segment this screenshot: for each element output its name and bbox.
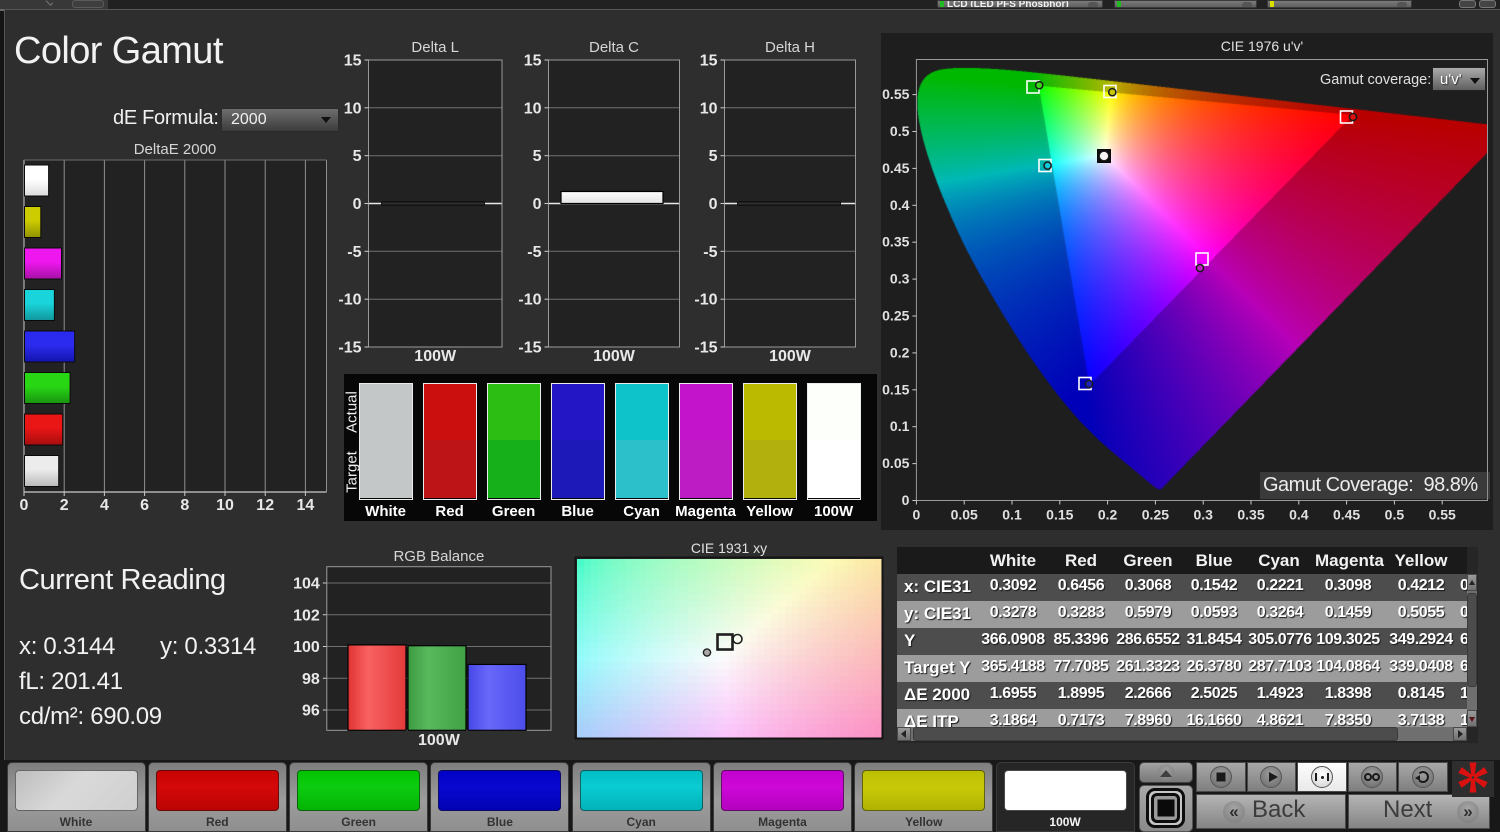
svg-text:-10: -10: [518, 292, 541, 309]
svg-text:Delta L: Delta L: [411, 39, 459, 56]
svg-text:0.2: 0.2: [890, 344, 910, 360]
svg-text:0.3: 0.3: [890, 271, 910, 287]
svg-text:15: 15: [524, 53, 542, 70]
svg-text:Delta H: Delta H: [765, 39, 815, 56]
svg-text:100W: 100W: [414, 348, 457, 365]
svg-text:0.2: 0.2: [1098, 507, 1118, 523]
svg-text:15: 15: [700, 53, 718, 70]
svg-text:0: 0: [533, 196, 542, 213]
svg-text:8: 8: [180, 497, 189, 514]
svg-text:2: 2: [60, 497, 69, 514]
svg-text:5: 5: [353, 148, 362, 165]
svg-text:5: 5: [709, 148, 718, 165]
svg-text:0.5: 0.5: [1385, 507, 1405, 523]
svg-text:100W: 100W: [769, 348, 812, 365]
svg-text:0.1: 0.1: [1002, 507, 1022, 523]
svg-text:0.25: 0.25: [1142, 507, 1169, 523]
svg-text:15: 15: [344, 53, 362, 70]
svg-text:0.35: 0.35: [882, 234, 909, 250]
svg-text:-10: -10: [694, 292, 717, 309]
svg-text:0.15: 0.15: [882, 381, 909, 397]
svg-text:10: 10: [524, 100, 542, 117]
svg-text:-5: -5: [703, 244, 717, 261]
svg-text:6: 6: [140, 497, 149, 514]
svg-text:0.55: 0.55: [882, 86, 909, 102]
svg-text:100W: 100W: [418, 732, 461, 749]
svg-text:14: 14: [297, 497, 315, 514]
svg-text:0.45: 0.45: [882, 160, 909, 176]
svg-text:96: 96: [302, 703, 320, 720]
svg-text:0: 0: [20, 497, 29, 514]
svg-text:-15: -15: [338, 340, 361, 357]
svg-text:0.05: 0.05: [951, 507, 978, 523]
svg-text:0: 0: [353, 196, 362, 213]
svg-text:0.1: 0.1: [890, 418, 910, 434]
svg-text:Delta C: Delta C: [589, 39, 639, 56]
svg-text:-15: -15: [518, 340, 541, 357]
svg-text:0.35: 0.35: [1237, 507, 1264, 523]
svg-text:102: 102: [293, 607, 320, 624]
svg-text:104: 104: [293, 576, 320, 593]
svg-text:0.4: 0.4: [1289, 507, 1309, 523]
svg-text:0: 0: [709, 196, 718, 213]
svg-text:-5: -5: [527, 244, 541, 261]
svg-text:0.15: 0.15: [1046, 507, 1073, 523]
svg-text:0: 0: [902, 492, 910, 508]
svg-text:DeltaE 2000: DeltaE 2000: [134, 141, 217, 158]
svg-text:0: 0: [913, 507, 921, 523]
svg-text:RGB Balance: RGB Balance: [393, 548, 484, 565]
svg-text:-5: -5: [347, 244, 361, 261]
svg-text:5: 5: [533, 148, 542, 165]
svg-text:-15: -15: [694, 340, 717, 357]
svg-text:0.5: 0.5: [890, 123, 910, 139]
svg-text:4: 4: [100, 497, 109, 514]
svg-text:10: 10: [344, 100, 362, 117]
svg-text:-10: -10: [338, 292, 361, 309]
svg-text:100W: 100W: [593, 348, 636, 365]
svg-text:100: 100: [293, 639, 320, 656]
svg-text:98: 98: [302, 671, 320, 688]
svg-text:12: 12: [256, 497, 274, 514]
svg-text:0.55: 0.55: [1429, 507, 1456, 523]
svg-text:0.4: 0.4: [890, 197, 910, 213]
svg-text:0.3: 0.3: [1193, 507, 1213, 523]
svg-text:0.05: 0.05: [882, 455, 909, 471]
svg-text:10: 10: [700, 100, 718, 117]
svg-text:0.45: 0.45: [1333, 507, 1360, 523]
svg-text:0.25: 0.25: [882, 308, 909, 324]
svg-text:10: 10: [216, 497, 234, 514]
